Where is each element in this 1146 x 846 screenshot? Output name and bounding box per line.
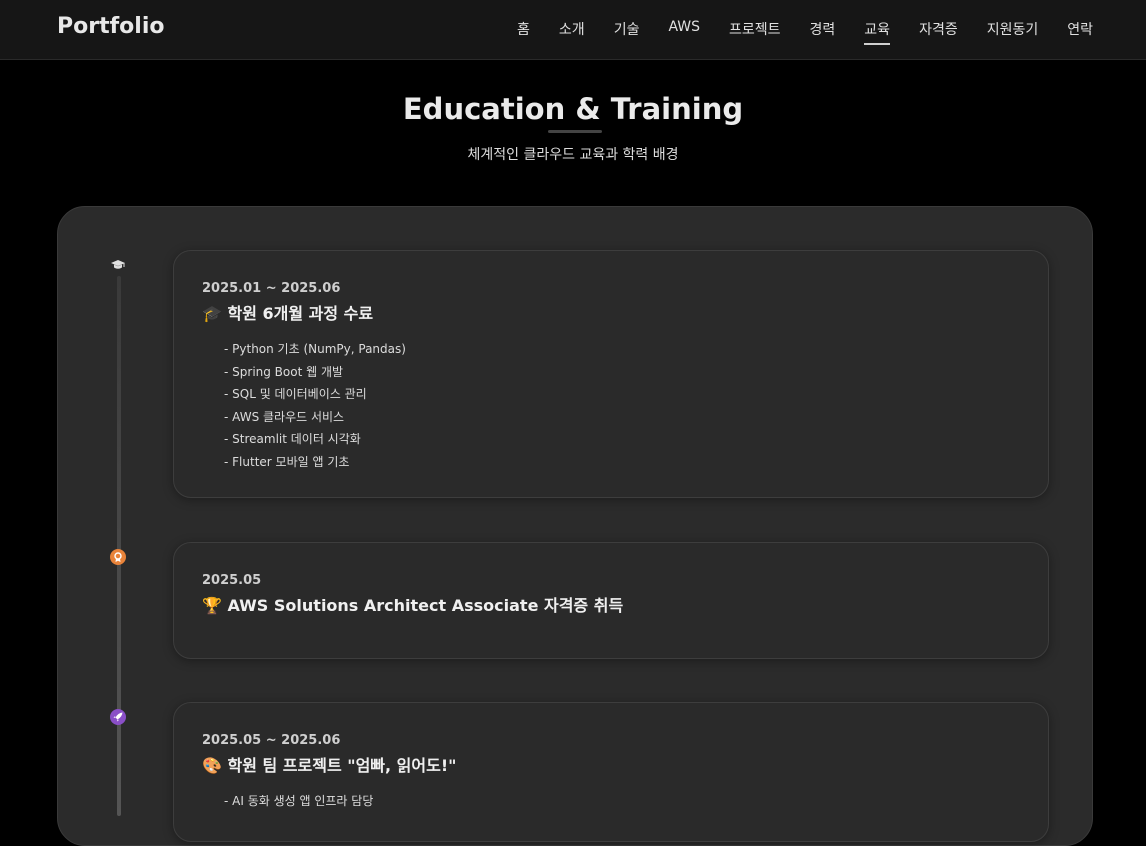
- list-item: - Flutter 모바일 앱 기초: [224, 454, 350, 469]
- graduation-cap-icon: [110, 257, 126, 273]
- nav-item-projects[interactable]: 프로젝트: [729, 19, 781, 45]
- timeline-card-team-project: 2025.05 ~ 2025.06 🎨 학원 팀 프로젝트 "엄빠, 읽어도!"…: [173, 702, 1049, 842]
- list-item: - Streamlit 데이터 시각화: [224, 432, 361, 447]
- nav-menu: 홈 소개 기술 AWS 프로젝트 경력 교육 자격증 지원동기 연락: [517, 19, 1093, 45]
- nav-item-aws[interactable]: AWS: [668, 19, 700, 45]
- card-details: - AI 동화 생성 앱 인프라 담당: [224, 790, 1020, 813]
- timeline-card-academy: 2025.01 ~ 2025.06 🎓 학원 6개월 과정 수료 - Pytho…: [173, 250, 1049, 498]
- top-navbar: Portfolio 홈 소개 기술 AWS 프로젝트 경력 교육 자격증 지원동…: [0, 0, 1146, 60]
- timeline-line: [117, 276, 121, 816]
- nav-item-experience[interactable]: 경력: [810, 19, 836, 45]
- list-item: - Python 기초 (NumPy, Pandas): [224, 342, 406, 356]
- card-date: 2025.01 ~ 2025.06: [202, 281, 341, 296]
- timeline-card-aws-cert: 2025.05 🏆 AWS Solutions Architect Associ…: [173, 542, 1049, 659]
- nav-item-home[interactable]: 홈: [517, 19, 530, 45]
- nav-item-about[interactable]: 소개: [559, 19, 585, 45]
- award-medal-icon: [110, 549, 126, 565]
- list-item: - Spring Boot 웹 개발: [224, 364, 344, 379]
- section-subtitle: 체계적인 클라우드 교육과 학력 배경: [467, 147, 679, 163]
- card-details: - Python 기초 (NumPy, Pandas) - Spring Boo…: [224, 338, 1020, 474]
- brand-logo[interactable]: Portfolio: [57, 14, 165, 39]
- card-title: 🏆 AWS Solutions Architect Associate 자격증 …: [202, 596, 624, 615]
- card-date: 2025.05: [202, 573, 262, 588]
- nav-item-skills[interactable]: 기술: [614, 19, 640, 45]
- nav-item-contact[interactable]: 연락: [1067, 19, 1093, 45]
- section-title: Education & Training: [402, 92, 744, 126]
- list-item: - AWS 클라우드 서비스: [224, 409, 345, 424]
- list-item: - AI 동화 생성 앱 인프라 담당: [224, 794, 374, 808]
- rocket-icon: [110, 709, 126, 725]
- card-date: 2025.05 ~ 2025.06: [202, 733, 341, 748]
- card-title: 🎨 학원 팀 프로젝트 "엄빠, 읽어도!": [202, 756, 457, 775]
- title-underline: [548, 130, 602, 133]
- nav-item-motivation[interactable]: 지원동기: [987, 19, 1039, 45]
- nav-item-education[interactable]: 교육: [864, 19, 890, 45]
- nav-item-certifications[interactable]: 자격증: [919, 19, 958, 45]
- card-title: 🎓 학원 6개월 과정 수료: [202, 304, 374, 323]
- list-item: - SQL 및 데이터베이스 관리: [224, 387, 367, 402]
